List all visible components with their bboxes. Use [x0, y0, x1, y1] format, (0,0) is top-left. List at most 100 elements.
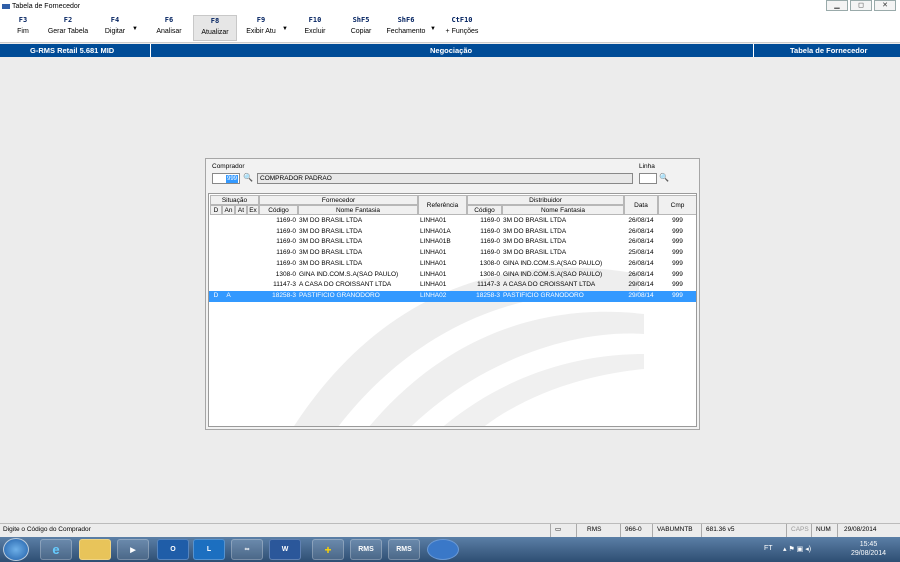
cell-nome-fantasia: 3M DO BRASIL LTDA [299, 217, 363, 224]
divider [150, 44, 151, 57]
system-version: G-RMS Retail 5.681 MID [30, 46, 115, 55]
table-row[interactable]: 1308-0 GINA IND.COM.S.A(SAO PAULO) LINHA01… [209, 270, 696, 281]
cell-dist-codigo: 1169-0 [480, 217, 500, 224]
cell-referencia: LINHA01 [420, 270, 447, 278]
fkey-mais-funcoes[interactable]: CtF10 + Funções [443, 15, 481, 41]
minimize-button[interactable]: ▁ [826, 0, 848, 11]
cell-cmp: 999 [672, 238, 683, 246]
cell-codigo: 1169-0 [276, 259, 296, 267]
fkey-code: CtF10 [451, 16, 473, 24]
cell-codigo: 11147-3 [273, 281, 296, 289]
rms-app-icon-2[interactable]: RMS [388, 539, 420, 560]
fkey-copiar[interactable]: ShF5 Copiar [346, 15, 376, 41]
table-row[interactable]: 1169-0 3M DO BRASIL LTDA LINHA01 1169-0 3M D… [209, 216, 696, 227]
comprador-label: Comprador [212, 163, 245, 170]
comprador-name-field: COMPRADOR PADRAO [257, 173, 633, 184]
cell-dist-codigo: 1308-0 [479, 270, 500, 278]
cell-nome-fantasia: 3M DO BRASIL LTDA [299, 249, 363, 257]
clock[interactable]: 15:45 29/08/2014 [851, 540, 886, 558]
cell-data: 25/08/14 [628, 249, 654, 257]
col-header-dist-codigo[interactable]: Código [467, 205, 502, 215]
table-row[interactable]: 1169-0 3M DO BRASIL LTDA LINHA01 1308-0 GINA… [209, 259, 696, 270]
fkey-fechamento[interactable]: ShF6 Fechamento ▼ [384, 15, 436, 41]
supplier-grid: Situação D An At Ex Fornecedor Código No… [208, 193, 697, 427]
col-header-codigo[interactable]: Código [259, 205, 298, 215]
cell-data: 26/08/14 [628, 259, 654, 267]
lync-icon[interactable]: L [193, 539, 225, 560]
cell-nome-fantasia: 3M DO BRASIL LTDA [299, 238, 363, 246]
fkey-fim[interactable]: F3 Fim [8, 15, 38, 41]
maximize-button[interactable]: ◻ [850, 0, 872, 11]
cell-dist-nome: A CASA DO CROISSANT LTDA [503, 281, 596, 289]
comprador-name-value: COMPRADOR PADRAO [260, 175, 332, 182]
cell-dist-nome: GINA IND.COM.S.A(SAO PAULO) [503, 270, 603, 278]
status-version: 681.36 v5 [701, 524, 739, 537]
binoculars-icon[interactable]: 🔍 [659, 173, 669, 182]
table-row[interactable]: 1169-0 3M DO BRASIL LTDA LINHA01B 1169-0 3M … [209, 237, 696, 248]
fkey-code: F8 [210, 17, 220, 25]
media-player-icon[interactable]: ▶ [117, 539, 149, 560]
col-header-d[interactable]: D [210, 205, 222, 215]
col-header-an[interactable]: An [222, 205, 235, 215]
table-row[interactable]: 11147-3 A CASA DO CROISSANT LTDA LINHA01 11… [209, 280, 696, 291]
table-row[interactable]: 1169-0 3M DO BRASIL LTDA LINHA01A 1169-0 3M … [209, 227, 696, 238]
cell-codigo: 1169-0 [276, 238, 296, 246]
cell-cmp: 999 [672, 281, 683, 289]
fkey-gerar-tabela[interactable]: F2 Gerar Tabela [44, 15, 92, 41]
dropdown-arrow-icon[interactable]: ▼ [132, 26, 138, 32]
network-app-icon[interactable]: ∞ [231, 539, 263, 560]
fkey-digitar[interactable]: F4 Digitar ▼ [100, 15, 138, 41]
comprador-code-input[interactable]: 999 [212, 173, 240, 184]
internet-explorer-icon[interactable]: e [40, 539, 72, 560]
col-header-at[interactable]: At [235, 205, 247, 215]
outlook-icon[interactable]: O [157, 539, 189, 560]
plus-app-icon[interactable]: + [312, 539, 344, 560]
cell-cmp: 999 [672, 270, 683, 278]
word-icon[interactable]: W [269, 539, 301, 560]
document-icon[interactable]: ▭ [550, 524, 574, 537]
cell-cmp: 999 [672, 227, 683, 235]
fkey-excluir[interactable]: F10 Excluir [300, 15, 330, 41]
globe-app-icon[interactable] [427, 539, 459, 560]
status-code: 966-0 [620, 524, 650, 537]
cell-codigo: 1169-0 [276, 249, 296, 257]
col-header-data[interactable]: Data [624, 195, 658, 215]
fkey-label: Gerar Tabela [47, 28, 89, 35]
table-row[interactable]: 1169-0 3M DO BRASIL LTDA LINHA01 1169-0 3M D… [209, 248, 696, 259]
fkey-code: ShF5 [352, 16, 370, 24]
linha-input[interactable] [639, 173, 657, 184]
dropdown-arrow-icon[interactable]: ▼ [282, 26, 288, 32]
situacao-header: Situação [210, 195, 259, 205]
rms-app-icon[interactable]: RMS [350, 539, 382, 560]
cell-nome-fantasia: PASTIFICIO GRANODORO [299, 291, 380, 299]
cell-cmp: 999 [672, 291, 683, 299]
close-button[interactable]: ✕ [874, 0, 896, 11]
cell-referencia: LINHA01 [420, 259, 447, 267]
fkey-exibir-atu[interactable]: F9 Exibir Atu ▼ [242, 15, 288, 41]
window-titlebar: Tabela de Fornecedor ▁ ◻ ✕ [0, 0, 900, 13]
col-header-dist-nome[interactable]: Nome Fantasia [502, 205, 624, 215]
cell-dist-nome: 3M DO BRASIL LTDA [503, 249, 567, 257]
clock-date: 29/08/2014 [850, 550, 886, 557]
col-header-referencia[interactable]: Referência [418, 195, 467, 215]
col-header-cmp[interactable]: Cmp [658, 195, 696, 215]
dropdown-arrow-icon[interactable]: ▼ [430, 26, 436, 32]
fkey-analisar[interactable]: F6 Analisar [152, 15, 186, 41]
fkey-label: Fechamento [386, 28, 426, 35]
col-header-nome-fantasia[interactable]: Nome Fantasia [298, 205, 418, 215]
fkey-atualizar[interactable]: F8 Atualizar [193, 15, 237, 41]
fkey-label: Excluir [304, 28, 326, 35]
cell-referencia: LINHA01B [420, 238, 451, 246]
cell-referencia: LINHA01 [420, 281, 447, 289]
start-button[interactable] [3, 538, 29, 561]
input-language[interactable]: FT [764, 545, 773, 552]
cell-dist-codigo: 11147-3 [477, 281, 500, 289]
table-row[interactable]: D A 18258-3 PASTIFICIO GRANODORO LINHA02 1825… [209, 290, 696, 302]
col-header-ex[interactable]: Ex [247, 205, 259, 215]
file-explorer-icon[interactable] [79, 539, 111, 560]
cell-dist-codigo: 1308-0 [479, 259, 500, 267]
status-caps: CAPS [786, 524, 811, 537]
tray-icons[interactable]: ▴ ⚑ ▣ ◂) [783, 545, 811, 553]
window-controls: ▁ ◻ ✕ [824, 0, 896, 11]
binoculars-icon[interactable]: 🔍 [243, 173, 253, 182]
